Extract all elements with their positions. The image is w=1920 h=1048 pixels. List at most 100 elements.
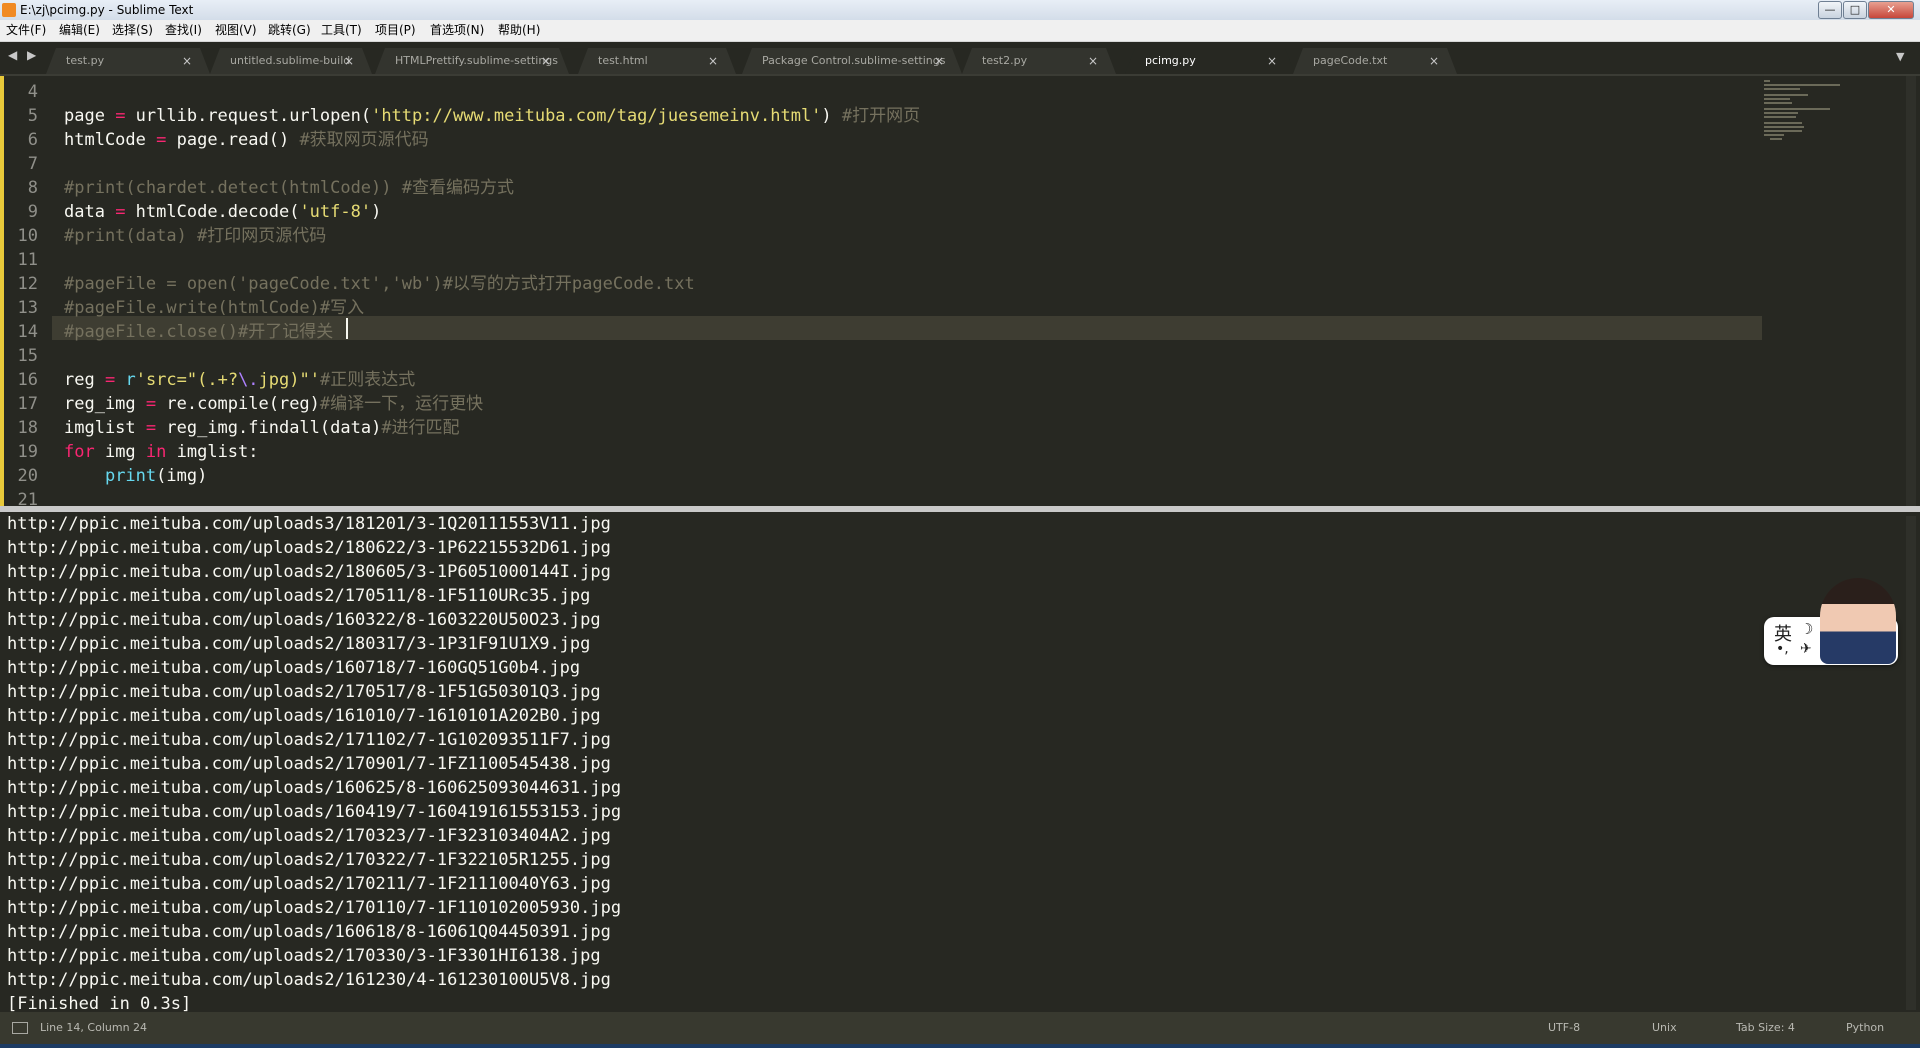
code-token: #编译一下，运行更快 xyxy=(319,394,484,414)
encoding-indicator[interactable]: UTF-8 xyxy=(1548,1012,1580,1044)
output-line: http://ppic.meituba.com/uploads3/181201/… xyxy=(7,514,611,534)
code-token: print xyxy=(104,466,157,486)
tab-pcimg-py[interactable]: pcimg.py × xyxy=(1125,48,1295,74)
menu-project[interactable]: 项目(P) xyxy=(373,20,418,41)
menu-file[interactable]: 文件(F) xyxy=(4,20,48,41)
code-token: urllib.request.urlopen( xyxy=(125,106,372,126)
editor-scrollbar[interactable] xyxy=(1906,76,1916,506)
output-line: http://ppic.meituba.com/uploads2/170323/… xyxy=(7,826,611,846)
code-token: htmlCode.decode( xyxy=(125,202,300,222)
code-token: img xyxy=(94,442,146,462)
code-token: = xyxy=(115,106,126,126)
tab-close-icon[interactable]: × xyxy=(708,48,718,74)
code-line: data = htmlCode.decode('utf-8') xyxy=(64,200,381,224)
tab-label: test.html xyxy=(598,54,648,67)
output-line: http://ppic.meituba.com/uploads/160419/7… xyxy=(7,802,622,822)
tab-label: untitled.sublime-build xyxy=(230,54,351,67)
tab-close-icon[interactable]: × xyxy=(1267,48,1277,74)
code-token: 'src="(.+? xyxy=(135,370,239,390)
minimize-button[interactable]: — xyxy=(1818,1,1842,19)
output-line: [Finished in 0.3s] xyxy=(7,994,192,1012)
code-token: 'utf-8' xyxy=(299,202,372,222)
code-token: = xyxy=(104,370,116,390)
tab-list-dropdown-icon[interactable]: ▼ xyxy=(1896,50,1904,63)
minimap-mark xyxy=(1764,84,1840,86)
maximize-button[interactable]: □ xyxy=(1843,1,1867,19)
windows-taskbar xyxy=(0,1044,1920,1048)
code-line: for img in imglist: xyxy=(64,440,259,464)
moon-icon[interactable]: ☽ xyxy=(1800,620,1813,638)
line-endings-indicator[interactable]: Unix xyxy=(1652,1012,1677,1044)
tab-size-indicator[interactable]: Tab Size: 4 xyxy=(1736,1012,1795,1044)
output-line: http://ppic.meituba.com/uploads2/170330/… xyxy=(7,946,601,966)
code-token: (img) xyxy=(156,466,208,486)
ime-avatar-image[interactable] xyxy=(1820,578,1896,664)
tab-test-html[interactable]: test.html × xyxy=(578,48,736,74)
tab-close-icon[interactable]: × xyxy=(934,48,944,74)
tab-pagecode-txt[interactable]: pageCode.txt × xyxy=(1293,48,1457,74)
menu-find[interactable]: 查找(I) xyxy=(163,20,204,41)
menu-preferences[interactable]: 首选项(N) xyxy=(428,20,486,41)
menu-view[interactable]: 视图(V) xyxy=(213,20,259,41)
tab-htmlprettify-settings[interactable]: HTMLPrettify.sublime-settings × xyxy=(375,48,569,74)
tab-package-control-settings[interactable]: Package Control.sublime-settings × xyxy=(742,48,962,74)
skin-icon[interactable]: ✈ xyxy=(1800,641,1812,657)
close-window-button[interactable]: ✕ xyxy=(1868,1,1914,19)
build-output-panel[interactable]: http://ppic.meituba.com/uploads3/181201/… xyxy=(0,512,1920,1012)
line-number: 12 xyxy=(17,274,38,294)
line-number: 19 xyxy=(17,442,38,462)
console-toggle-icon[interactable] xyxy=(12,1022,28,1034)
code-editor[interactable]: 4 5 6 7 8 9 10 11 12 13 14 15 16 17 18 19 20 21 page = ur… xyxy=(0,76,1920,510)
menu-goto[interactable]: 跳转(G) xyxy=(266,20,313,41)
minimap-mark xyxy=(1770,138,1782,140)
tab-close-icon[interactable]: × xyxy=(541,48,551,74)
tab-close-icon[interactable]: × xyxy=(1088,48,1098,74)
minimap-mark xyxy=(1764,122,1802,124)
code-token: \. xyxy=(238,370,259,390)
minimap[interactable] xyxy=(1762,76,1882,506)
output-scrollbar[interactable] xyxy=(1906,516,1916,1010)
code-line: reg = r'src="(.+?\.jpg)"'#正则表达式 xyxy=(64,368,415,392)
menu-tools[interactable]: 工具(T) xyxy=(319,20,364,41)
tab-close-icon[interactable]: × xyxy=(1429,48,1439,74)
code-token: #pageFile.write(htmlCode)#写入 xyxy=(64,298,365,318)
line-number: 5 xyxy=(27,106,38,126)
menu-edit[interactable]: 编辑(E) xyxy=(57,20,102,41)
code-token: #pageFile.close()#开了记得关 xyxy=(64,322,334,342)
line-number: 14 xyxy=(17,322,38,342)
code-token: imglist: xyxy=(166,442,259,462)
code-token: #进行匹配 xyxy=(381,418,460,438)
code-token: htmlCode xyxy=(64,130,157,150)
output-line: http://ppic.meituba.com/uploads2/170511/… xyxy=(7,586,591,606)
tab-label: test.py xyxy=(66,54,105,67)
output-line: http://ppic.meituba.com/uploads/161010/7… xyxy=(7,706,601,726)
menu-bar: 文件(F) 编辑(E) 选择(S) 查找(I) 视图(V) 跳转(G) 工具(T… xyxy=(0,20,1920,42)
code-token: reg_img.findall(data) xyxy=(156,418,382,438)
tab-label: test2.py xyxy=(982,54,1028,67)
punctuation-icon[interactable]: •, xyxy=(1776,641,1789,657)
syntax-indicator[interactable]: Python xyxy=(1846,1012,1884,1044)
menu-help[interactable]: 帮助(H) xyxy=(496,20,542,41)
code-token: #print(data) #打印网页源代码 xyxy=(64,226,327,246)
text-cursor xyxy=(346,318,348,339)
code-token: r xyxy=(125,370,136,390)
tab-close-icon[interactable]: × xyxy=(344,48,354,74)
code-token: re.compile(reg) xyxy=(156,394,320,414)
minimap-mark xyxy=(1764,88,1800,90)
line-number: 13 xyxy=(17,298,38,318)
tab-scroll-arrows-icon[interactable]: ◀ ▶ xyxy=(8,48,39,62)
tab-untitled-sublime-build[interactable]: untitled.sublime-build × xyxy=(210,48,372,74)
output-line: http://ppic.meituba.com/uploads/160618/8… xyxy=(7,922,611,942)
code-line: #print(data) #打印网页源代码 xyxy=(64,224,326,248)
output-line: http://ppic.meituba.com/uploads2/180605/… xyxy=(7,562,611,582)
tab-close-icon[interactable]: × xyxy=(182,48,192,74)
tab-test-py[interactable]: test.py × xyxy=(46,48,210,74)
menu-selection[interactable]: 选择(S) xyxy=(110,20,155,41)
tab-test2-py[interactable]: test2.py × xyxy=(962,48,1116,74)
output-line: http://ppic.meituba.com/uploads/160322/8… xyxy=(7,610,601,630)
line-number: 4 xyxy=(27,82,38,102)
code-line: #pageFile = open('pageCode.txt','wb')#以写… xyxy=(64,272,695,296)
line-number: 11 xyxy=(17,250,38,270)
output-line: http://ppic.meituba.com/uploads2/170110/… xyxy=(7,898,622,918)
